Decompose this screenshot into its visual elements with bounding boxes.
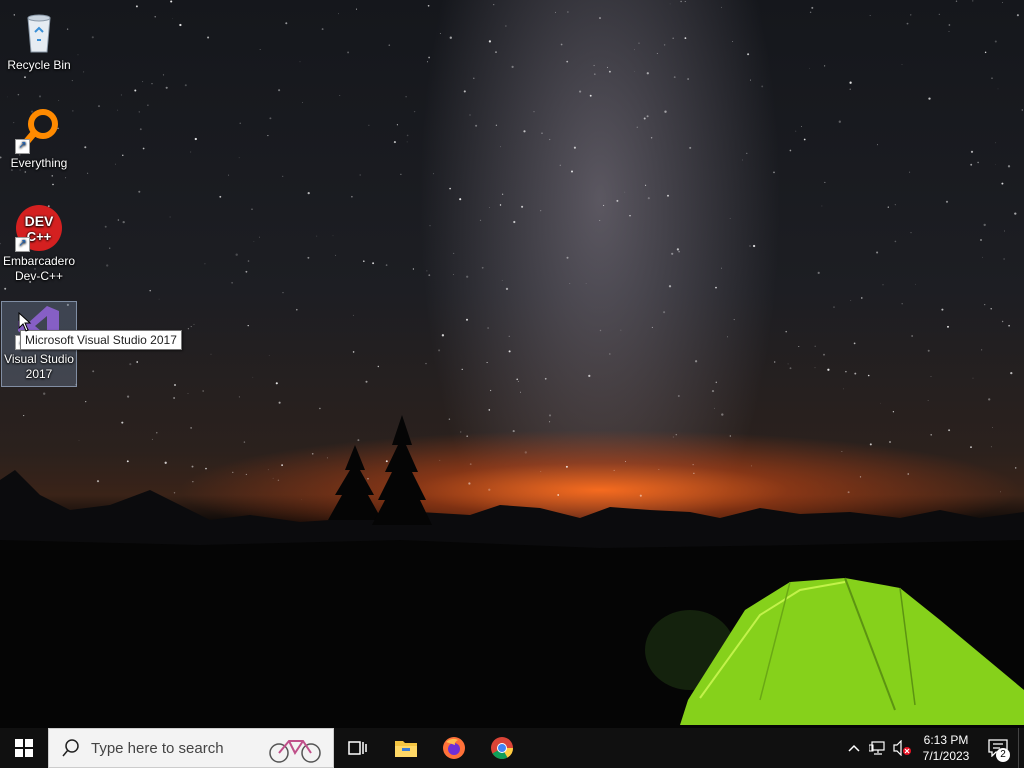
taskbar-search-box[interactable]: Type here to search	[48, 728, 334, 768]
show-desktop-button[interactable]	[1018, 728, 1024, 768]
everything-search-icon: ↗	[15, 106, 63, 154]
desktop-icon-recycle-bin[interactable]: Recycle Bin	[2, 8, 76, 73]
action-center-button[interactable]: 2	[978, 728, 1018, 768]
taskbar: Type here to search 6:13 PM 7/1/2023 2	[0, 728, 1024, 768]
chevron-up-icon	[848, 744, 860, 752]
firefox-icon	[443, 737, 465, 759]
mouse-cursor-icon	[18, 312, 32, 332]
task-view-button[interactable]	[334, 728, 382, 768]
notification-count-badge: 2	[996, 748, 1010, 762]
network-icon	[869, 741, 885, 755]
chrome-icon	[491, 737, 513, 759]
volume-button[interactable]	[890, 728, 914, 768]
network-button[interactable]	[866, 728, 890, 768]
clock-time: 6:13 PM	[923, 733, 969, 747]
shortcut-arrow-icon: ↗	[15, 139, 30, 154]
recycle-bin-icon	[15, 8, 63, 56]
desktop-icon-everything[interactable]: ↗ Everything	[2, 106, 76, 171]
desktop-icon-label: Recycle Bin	[7, 58, 71, 72]
svg-text:C++: C++	[27, 229, 52, 244]
desktop-icon-label: Everything	[10, 156, 68, 170]
svg-text:DEV: DEV	[25, 213, 54, 229]
start-button[interactable]	[0, 728, 48, 768]
system-tray: 6:13 PM 7/1/2023 2	[842, 728, 1024, 768]
search-icon	[62, 739, 79, 757]
clock-date: 7/1/2023	[922, 749, 970, 763]
volume-muted-icon	[893, 740, 911, 756]
mountain-landscape	[0, 415, 1024, 728]
search-placeholder: Type here to search	[91, 739, 224, 757]
task-view-icon	[348, 741, 367, 755]
desktop-icon-label: Embarcadero Dev-C++	[2, 254, 76, 283]
desktop-icon-label: Visual Studio 2017	[4, 352, 74, 381]
desktop[interactable]: Recycle Bin ↗ Everything DEV C++ ↗ Embar…	[0, 0, 1024, 728]
show-hidden-icons-button[interactable]	[842, 728, 866, 768]
shortcut-arrow-icon: ↗	[15, 237, 30, 252]
devcpp-icon: DEV C++ ↗	[15, 204, 63, 252]
file-explorer-icon	[395, 741, 417, 757]
firefox-button[interactable]	[430, 728, 478, 768]
windows-logo-icon	[15, 739, 33, 757]
bicycle-icon	[269, 740, 321, 763]
clock[interactable]: 6:13 PM 7/1/2023	[914, 732, 978, 764]
tooltip: Microsoft Visual Studio 2017	[20, 330, 182, 350]
chrome-button[interactable]	[478, 728, 526, 768]
file-explorer-button[interactable]	[382, 728, 430, 768]
desktop-icon-devcpp[interactable]: DEV C++ ↗ Embarcadero Dev-C++	[2, 204, 76, 284]
